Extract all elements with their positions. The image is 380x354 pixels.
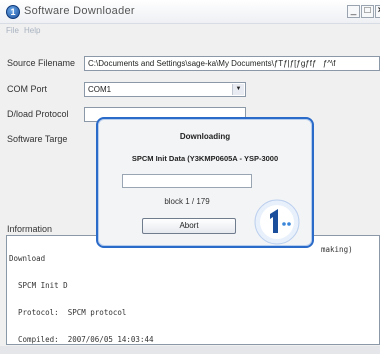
status-strip — [0, 346, 380, 354]
menu-file[interactable]: File — [6, 26, 19, 35]
minimize-button[interactable]: _ — [347, 5, 360, 18]
log-line: Compiled: 2007/06/05 14:03:44 — [9, 335, 154, 344]
source-filename-field[interactable]: C:\Documents and Settings\sage-ka\My Doc… — [84, 56, 380, 71]
log-line: Download — [9, 254, 46, 263]
source-filename-label: Source Filename — [7, 58, 76, 68]
chevron-down-icon[interactable]: ▼ — [232, 84, 244, 95]
window-title: Software Downloader — [24, 5, 135, 17]
app-logo-icon: 1 — [6, 5, 20, 19]
main-window: 1 Software Downloader _ □ × File Help So… — [0, 0, 380, 354]
yamaha-one-logo-icon — [254, 199, 300, 245]
com-port-value: COM1 — [88, 85, 112, 94]
dialog-subtitle: SPCM Init Data (Y3KMP0605A - YSP-3000 — [131, 154, 279, 163]
block-status: block 1 / 179 — [164, 197, 210, 206]
download-protocol-label: D/load Protocol — [7, 109, 69, 119]
information-label: Information — [7, 224, 53, 234]
com-port-label: COM Port — [7, 84, 48, 94]
maximize-button[interactable]: □ — [361, 5, 374, 18]
menu-help[interactable]: Help — [24, 26, 40, 35]
title-bar: 1 Software Downloader _ □ × — [0, 0, 380, 24]
close-button[interactable]: × — [375, 5, 380, 18]
abort-button[interactable]: Abort — [142, 218, 236, 234]
download-progress-bar — [122, 174, 252, 188]
log-partial-text: making) — [321, 245, 353, 254]
log-line: SPCM Init D — [9, 281, 68, 290]
software-target-label: Software Targe — [7, 134, 68, 144]
downloading-dialog: Downloading SPCM Init Data (Y3KMP0605A -… — [96, 117, 314, 248]
log-line: Protocol: SPCM protocol — [9, 308, 127, 317]
dialog-title: Downloading — [179, 132, 231, 141]
information-log[interactable]: Download SPCM Init D Protocol: SPCM prot… — [6, 235, 380, 345]
menu-bar: File Help — [0, 25, 380, 39]
com-port-select[interactable]: COM1 ▼ — [84, 82, 246, 97]
